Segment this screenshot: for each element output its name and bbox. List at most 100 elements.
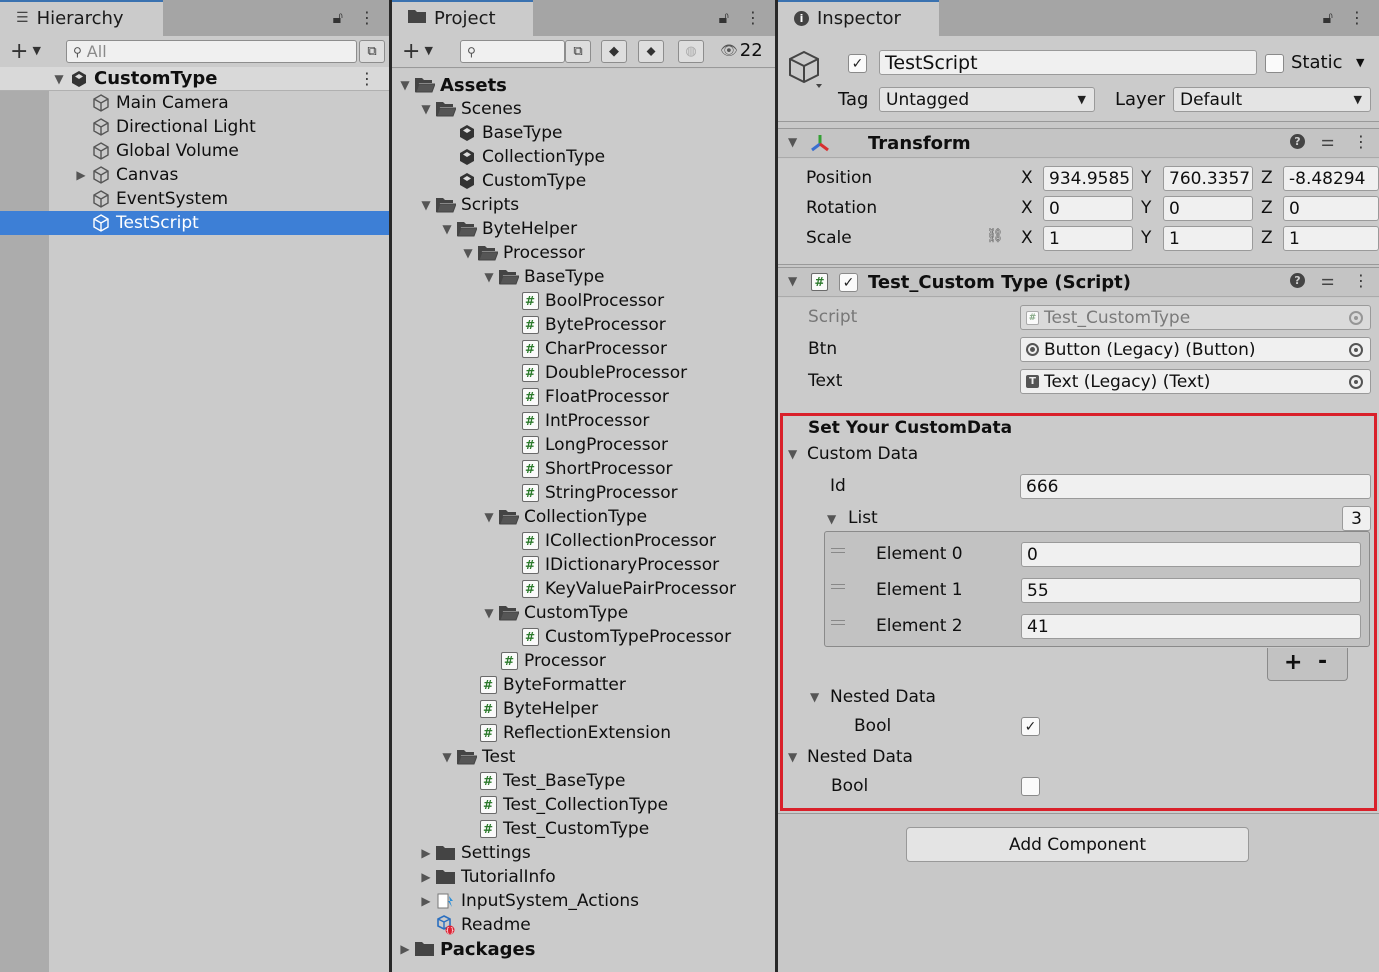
position-y-field[interactable]: 760.3357 bbox=[1163, 166, 1253, 191]
scale-y-axis-label[interactable]: Y bbox=[1141, 228, 1151, 248]
project-tree-item[interactable]: # ByteFormatter bbox=[459, 673, 626, 697]
scene-row[interactable]: ▼ CustomType ⋮ bbox=[0, 67, 389, 91]
project-tree-item[interactable]: ▶ Packages bbox=[396, 937, 535, 961]
position-z-axis-label[interactable]: Z bbox=[1261, 168, 1273, 188]
drag-handle-icon[interactable] bbox=[831, 584, 845, 589]
collapse-arrow-icon[interactable]: ▼ bbox=[480, 270, 498, 284]
kebab-menu-icon[interactable]: ⋮ bbox=[1349, 8, 1365, 28]
collapse-arrow-icon[interactable]: ▼ bbox=[417, 102, 435, 116]
position-z-field[interactable]: -8.48294 bbox=[1283, 166, 1379, 191]
project-tree-item[interactable]: ▼ Test bbox=[438, 745, 515, 769]
project-tree-item[interactable]: # CustomTypeProcessor bbox=[501, 625, 731, 649]
kebab-menu-icon[interactable]: ⋮ bbox=[745, 8, 761, 28]
tag-dropdown[interactable]: Untagged ▼ bbox=[879, 87, 1095, 112]
transform-header[interactable]: ▼ Transform ? ⚌ ⋮ bbox=[778, 128, 1379, 158]
lock-icon[interactable]: 🔓︎ bbox=[719, 8, 729, 28]
project-tree-item[interactable]: # ByteProcessor bbox=[501, 313, 666, 337]
presets-icon[interactable]: ⚌ bbox=[1321, 132, 1334, 150]
collapse-arrow-icon[interactable]: ▼ bbox=[827, 512, 836, 526]
lock-icon[interactable]: 🔓︎ bbox=[1323, 8, 1333, 28]
tab-project[interactable]: Project bbox=[392, 0, 533, 36]
custom-data-label[interactable]: Custom Data bbox=[807, 444, 918, 464]
hierarchy-item[interactable]: Global Volume bbox=[0, 139, 389, 163]
list-element-field[interactable]: 55 bbox=[1021, 578, 1361, 603]
project-tree-item[interactable]: ▶ Settings bbox=[417, 841, 530, 865]
project-search-input[interactable]: ⚲ bbox=[460, 40, 565, 63]
filter-by-type-icon[interactable]: ◆ bbox=[601, 40, 627, 63]
collapse-arrow-icon[interactable]: ▼ bbox=[438, 222, 456, 236]
layer-dropdown[interactable]: Default ▼ bbox=[1173, 87, 1371, 112]
project-tree-item[interactable]: ▼ Processor bbox=[459, 241, 585, 265]
hierarchy-search-input[interactable]: ⚲ All bbox=[66, 40, 357, 63]
position-x-field[interactable]: 934.9585 bbox=[1043, 166, 1133, 191]
add-component-button[interactable]: Add Component bbox=[906, 827, 1249, 862]
project-tree-item[interactable]: # CharProcessor bbox=[501, 337, 667, 361]
project-tree-item[interactable]: ▼ Scripts bbox=[417, 193, 519, 217]
project-tree-item[interactable]: BaseType bbox=[438, 121, 562, 145]
project-tree-item[interactable]: ▼ CollectionType bbox=[480, 505, 647, 529]
static-dropdown-icon[interactable]: ▼ bbox=[1356, 56, 1364, 69]
project-tree-item[interactable]: ▼ Assets bbox=[396, 73, 507, 97]
list-element-field[interactable]: 0 bbox=[1021, 542, 1361, 567]
project-tree-item[interactable]: # DoubleProcessor bbox=[501, 361, 687, 385]
project-tree-item[interactable]: # Test_CollectionType bbox=[459, 793, 668, 817]
collapse-arrow-icon[interactable]: ▼ bbox=[459, 246, 477, 260]
project-tree-item[interactable]: # BoolProcessor bbox=[501, 289, 664, 313]
tab-inspector[interactable]: i Inspector bbox=[778, 0, 939, 36]
rotation-y-axis-label[interactable]: Y bbox=[1141, 198, 1151, 218]
project-tree-item[interactable]: ▶ InputSystem_Actions bbox=[417, 889, 639, 913]
position-x-axis-label[interactable]: X bbox=[1021, 168, 1033, 188]
hierarchy-item[interactable]: EventSystem bbox=[0, 187, 389, 211]
filter-by-label-icon[interactable]: ⬥ bbox=[638, 40, 664, 63]
constrain-proportions-icon[interactable]: ⛓ bbox=[986, 228, 1004, 244]
rotation-x-axis-label[interactable]: X bbox=[1021, 198, 1033, 218]
component-menu-icon[interactable]: ⋮ bbox=[1353, 271, 1369, 290]
rotation-y-field[interactable]: 0 bbox=[1163, 196, 1253, 221]
collapse-arrow-icon[interactable]: ▼ bbox=[396, 78, 414, 92]
project-tree-item[interactable]: # StringProcessor bbox=[501, 481, 678, 505]
create-asset-button[interactable]: + ▼ bbox=[402, 39, 433, 64]
list-element-field[interactable]: 41 bbox=[1021, 614, 1361, 639]
inner-bool-checkbox[interactable]: ✓ bbox=[1021, 717, 1040, 736]
component-menu-icon[interactable]: ⋮ bbox=[1353, 132, 1369, 151]
expand-arrow-icon[interactable]: ▶ bbox=[396, 942, 414, 956]
project-tree-item[interactable]: # ShortProcessor bbox=[501, 457, 673, 481]
scene-visibility-button[interactable]: ⧉ bbox=[359, 40, 385, 63]
project-tree-item[interactable]: # Test_BaseType bbox=[459, 769, 625, 793]
project-tree-item[interactable]: # ByteHelper bbox=[459, 697, 598, 721]
position-y-axis-label[interactable]: Y bbox=[1141, 168, 1151, 188]
outer-nested-data-label[interactable]: Nested Data bbox=[807, 747, 913, 767]
expand-arrow-icon[interactable]: ▶ bbox=[417, 870, 435, 884]
scale-y-field[interactable]: 1 bbox=[1163, 226, 1253, 251]
object-picker-icon[interactable] bbox=[1349, 342, 1363, 357]
id-field[interactable]: 666 bbox=[1020, 474, 1371, 499]
kebab-menu-icon[interactable]: ⋮ bbox=[359, 8, 375, 28]
drag-handle-icon[interactable] bbox=[831, 548, 845, 553]
lock-icon[interactable]: 🔓︎ bbox=[333, 8, 343, 28]
text-field[interactable]: T Text (Legacy) (Text) bbox=[1020, 369, 1371, 394]
collapse-arrow-icon[interactable]: ▼ bbox=[480, 606, 498, 620]
active-checkbox[interactable]: ✓ bbox=[848, 54, 867, 73]
add-element-button[interactable]: + bbox=[1284, 650, 1302, 675]
collapse-arrow-icon[interactable]: ▼ bbox=[810, 690, 819, 704]
help-icon[interactable]: ? bbox=[1290, 134, 1305, 149]
collapse-arrow-icon[interactable]: ▼ bbox=[788, 750, 797, 764]
scale-x-field[interactable]: 1 bbox=[1043, 226, 1133, 251]
expand-arrow-icon[interactable]: ▶ bbox=[72, 168, 90, 182]
project-tree-item[interactable]: # Processor bbox=[480, 649, 606, 673]
scene-menu-icon[interactable]: ⋮ bbox=[359, 69, 375, 88]
rotation-z-field[interactable]: 0 bbox=[1283, 196, 1379, 221]
btn-field[interactable]: Button (Legacy) (Button) bbox=[1020, 337, 1371, 362]
nested-data-label[interactable]: Nested Data bbox=[830, 687, 936, 707]
presets-icon[interactable]: ⚌ bbox=[1321, 271, 1334, 289]
hidden-count[interactable]: 👁︎ 22 bbox=[720, 40, 763, 61]
project-tree-item[interactable]: ▼ BaseType bbox=[480, 265, 604, 289]
project-tree-item[interactable]: # FloatProcessor bbox=[501, 385, 669, 409]
component-enabled-checkbox[interactable]: ✓ bbox=[839, 273, 858, 292]
remove-element-button[interactable]: - bbox=[1318, 649, 1327, 674]
project-tree-item[interactable]: # Test_CustomType bbox=[459, 817, 649, 841]
list-label[interactable]: List bbox=[848, 508, 878, 528]
collapse-arrow-icon[interactable]: ▼ bbox=[788, 274, 797, 288]
expand-arrow-icon[interactable]: ▼ bbox=[50, 72, 68, 86]
project-tree-item[interactable]: {} Readme bbox=[417, 913, 531, 937]
